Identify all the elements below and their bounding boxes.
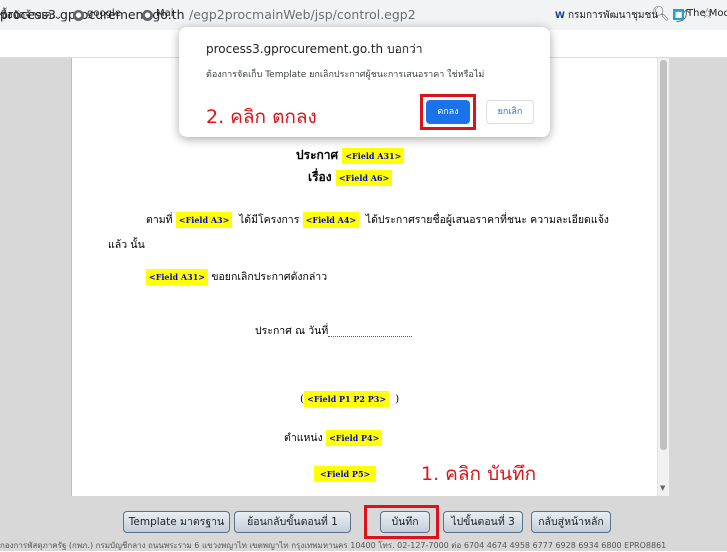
field-a31: <Field A31> (342, 148, 405, 164)
save-highlight-box (364, 505, 439, 539)
field-p4: <Field P4> (326, 430, 383, 446)
bookmark-item[interactable]: W กรมการพัฒนาชุมชน (555, 8, 658, 23)
template-standard-button[interactable]: Template มาตรฐาน (123, 511, 230, 533)
announce-label: ประกาศ (296, 148, 339, 162)
field-a4: <Field A4> (302, 212, 360, 228)
url-path[interactable]: /egp2procmainWeb/jsp/control.egp2 (189, 7, 416, 22)
bookmark-label: Mai (156, 8, 174, 19)
scrollbar-thumb[interactable] (660, 60, 667, 450)
next-step3-button[interactable]: ไปขั้นตอนที่ 3 (443, 511, 523, 533)
bookmark-item[interactable]: ■ The Mod (673, 8, 727, 20)
back-step1-button[interactable]: ย้อนกลับขั้นตอนที่ 1 (234, 511, 351, 533)
back-home-button[interactable]: กลับสู่หน้าหลัก (531, 511, 611, 533)
annotation-step2: 2. คลิก ตกลง (206, 106, 317, 128)
field-p5: <Field P5> (314, 466, 377, 482)
scroll-down-icon[interactable]: ▼ (660, 484, 665, 492)
signer-line: (<Field P1 P2 P3>) (300, 391, 399, 407)
body-project: ได้มีโครงการ (239, 214, 300, 226)
date-label: ประกาศ ณ วันที่ (255, 325, 329, 337)
w-logo-icon: W (555, 11, 565, 21)
bookmark-label: ซื้อจัดจ้างเค... (0, 10, 62, 21)
bookmark-item[interactable]: ซื้อจัดจ้างเค... (0, 8, 61, 23)
bookmark-label: กรมการพัฒนาชุมชน (567, 10, 659, 21)
date-dotted-line (328, 336, 412, 337)
bookmark-item[interactable]: ● google (73, 8, 121, 21)
field-a3: <Field A3> (175, 212, 233, 228)
field-a31: <Field A31> (146, 269, 208, 285)
annotation-step1: 1. คลิก บันทึก (421, 463, 537, 485)
ok-highlight-box (420, 94, 476, 130)
footer-text: กองการพัสดุภาครัฐ (กพภ.) กรมบัญชีกลาง ถน… (0, 541, 667, 550)
body-line-1: ตามที่ <Field A3> ได้มีโครงการ <Field A4… (146, 211, 609, 228)
bookmark-item[interactable]: ● Mai (142, 8, 174, 21)
cancel-line: <Field A31> ขอยกเลิกประกาศดังกล่าว (146, 268, 327, 285)
square-icon: ■ (673, 9, 684, 20)
position-label: ตำแหน่ง (284, 432, 323, 444)
dialog-title: process3.gprocurement.go.th บอกว่า (206, 42, 423, 56)
bookmark-label: The Mod (687, 8, 727, 19)
globe-icon: ● (142, 10, 153, 21)
field-p1p2p3: <Field P1 P2 P3> (304, 391, 390, 407)
subject-label: เรื่อง (308, 170, 332, 184)
cancel-text: ขอยกเลิกประกาศดังกล่าว (211, 271, 328, 283)
body-rest: ได้ประกาศรายชื่อผู้เสนอราคาที่ชนะ ความละ… (365, 214, 609, 226)
subject-line: เรื่อง <Field A6> (308, 168, 393, 187)
field-a6: <Field A6> (335, 170, 393, 186)
bookmark-label: google (87, 8, 121, 19)
globe-icon: ● (73, 10, 84, 21)
dialog-message: ต้องการจัดเก็บ Template ยกเลิกประกาศผู้ช… (206, 70, 485, 80)
announce-line: ประกาศ <Field A31> (296, 146, 405, 165)
position-line: ตำแหน่ง <Field P4> (284, 429, 383, 446)
paren-close: ) (395, 393, 400, 405)
body-line-2: แล้ว นั้น (108, 239, 145, 251)
body-prefix: ตามที่ (146, 214, 173, 226)
signer-name-line: <Field P5> (314, 466, 377, 482)
dialog-cancel-button[interactable]: ยกเลิก (486, 100, 534, 124)
